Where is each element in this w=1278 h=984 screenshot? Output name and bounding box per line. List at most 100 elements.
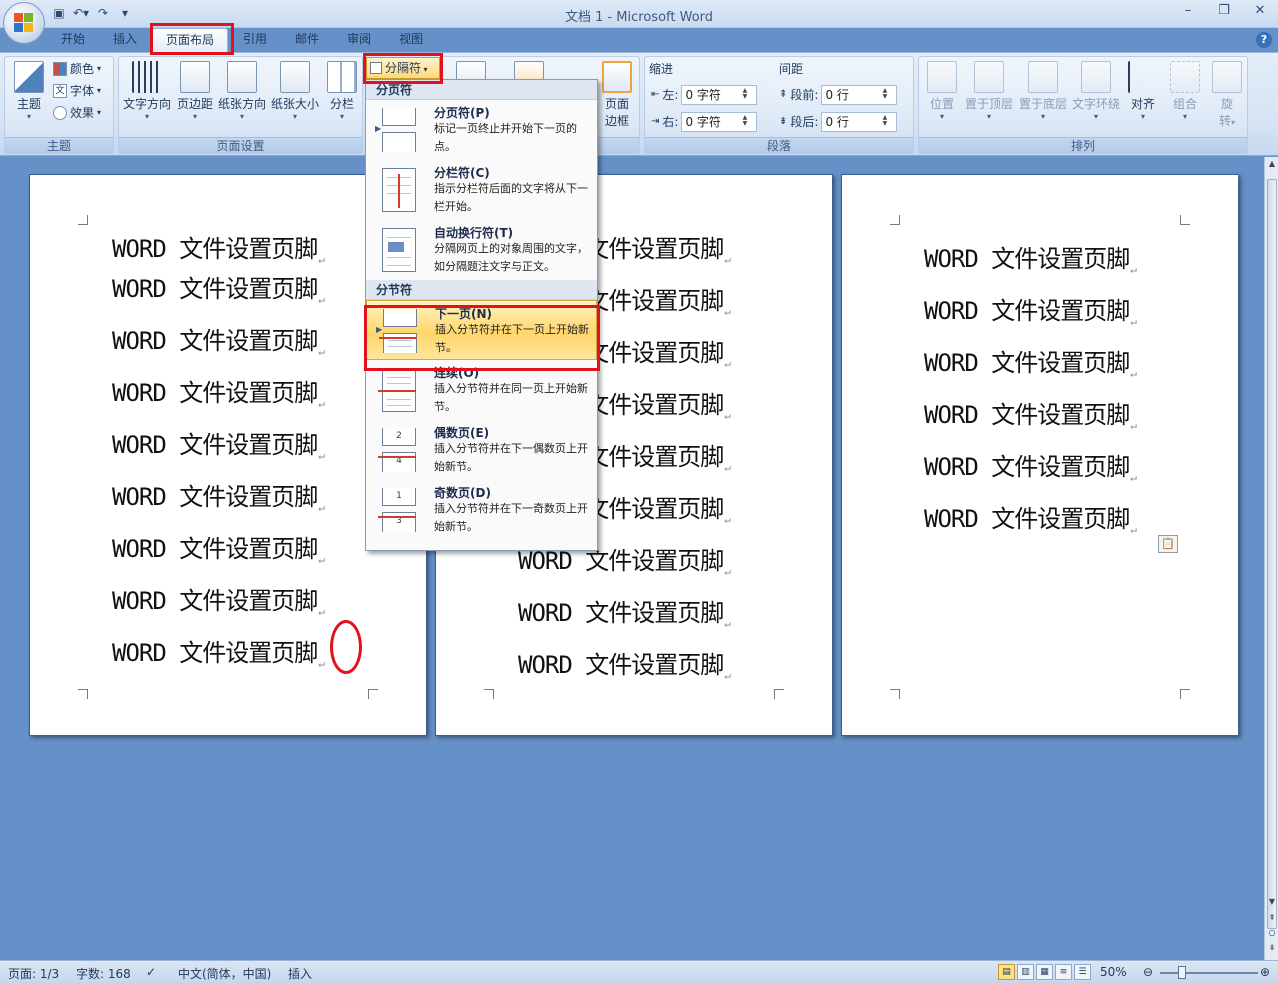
paragraph-group-label: 段落 [645, 137, 913, 153]
restore-icon[interactable]: ❐ [1212, 3, 1236, 21]
menu-item-odd-page[interactable]: 1 3 奇数页(D) 插入分节符并在下一奇数页上开始新节。 [366, 480, 597, 540]
margins-button[interactable]: 页边距 ▾ [175, 61, 215, 122]
office-button[interactable] [3, 2, 45, 44]
menu-item-page-break[interactable]: ▶ 分页符(P) 标记一页终止并开始下一页的点。 [366, 100, 597, 160]
document-text-line[interactable]: WORD 文件设置页脚↵ [924, 239, 1137, 276]
scroll-up-icon[interactable]: ▲ [1265, 159, 1278, 171]
scrollbar-thumb[interactable] [1267, 179, 1277, 929]
tab-mailings[interactable]: 邮件 [282, 28, 332, 52]
paragraph-mark-icon: ↵ [724, 409, 731, 422]
status-page[interactable]: 页面: 1/3 [8, 965, 59, 982]
prev-page-icon[interactable]: ⇞ [1265, 913, 1278, 925]
status-words[interactable]: 字数: 168 [76, 965, 131, 982]
line-text: WORD 文件设置页脚 [924, 401, 1130, 429]
document-text-line[interactable]: WORD 文件设置页脚↵ [518, 593, 731, 630]
theme-group: 主题 ▾ 颜色 ▾ 文 字体 ▾ 效果 ▾ 主题 [4, 56, 114, 154]
menu-item-text-wrapping-break[interactable]: 自动换行符(T) 分隔网页上的对象周围的文字，如分隔题注文字与正文。 [366, 220, 597, 280]
menu-item-column-break[interactable]: 分栏符(C) 指示分栏符后面的文字将从下一栏开始。 [366, 160, 597, 220]
document-text-line[interactable]: WORD 文件设置页脚↵ [112, 477, 325, 514]
line-text: WORD 文件设置页脚 [924, 245, 1130, 273]
paragraph-mark-icon: ↵ [724, 357, 731, 370]
page-borders-button[interactable]: 页面 边框 [599, 61, 635, 129]
align-button[interactable]: 对齐 ▾ [1125, 61, 1161, 122]
paragraph-mark-icon: ↵ [724, 305, 731, 318]
document-text-line[interactable]: WORD 文件设置页脚↵ [112, 529, 325, 566]
line-text: WORD 文件设置页脚 [518, 547, 724, 575]
paragraph-mark-icon: ↵ [1130, 523, 1137, 536]
send-to-back-icon [1028, 61, 1058, 93]
document-text-line[interactable]: WORD 文件设置页脚↵ [924, 447, 1137, 484]
theme-colors-button[interactable]: 颜色 ▾ [53, 59, 101, 79]
theme-fonts-button[interactable]: 文 字体 ▾ [53, 81, 101, 101]
vertical-scrollbar[interactable]: ▲ ▼ ⇞ ○ ⇟ [1264, 157, 1278, 960]
outline-icon[interactable]: ≡ [1055, 964, 1072, 980]
full-screen-reading-icon[interactable]: ▥ [1017, 964, 1034, 980]
bring-to-front-button[interactable]: 置于顶层 ▾ [963, 61, 1015, 122]
fonts-icon: 文 [53, 84, 67, 98]
zoom-in-icon[interactable]: ⊕ [1260, 965, 1270, 979]
draft-icon[interactable]: ☰ [1074, 964, 1091, 980]
tab-view[interactable]: 视图 [386, 28, 436, 52]
status-language[interactable]: 中文(简体，中国) [178, 965, 271, 982]
position-button[interactable]: 位置 ▾ [923, 61, 961, 122]
web-layout-icon[interactable]: ▦ [1036, 964, 1053, 980]
minimize-icon[interactable]: – [1176, 3, 1200, 21]
status-mode[interactable]: 插入 [288, 965, 312, 982]
zoom-out-icon[interactable]: ⊖ [1143, 965, 1153, 979]
tab-home[interactable]: 开始 [48, 28, 98, 52]
document-text-line[interactable]: WORD 文件设置页脚↵ [924, 499, 1137, 536]
rotate-button[interactable]: 旋 转▾ [1209, 61, 1245, 129]
line-text: WORD 文件设置页脚 [112, 235, 318, 263]
theme-effects-button[interactable]: 效果 ▾ [53, 103, 101, 123]
line-text: WORD 文件设置页脚 [112, 327, 318, 355]
even-page-section-icon: 2 4 [378, 428, 416, 472]
themes-button[interactable]: 主题 ▾ [9, 61, 49, 122]
document-text-line[interactable]: WORD 文件设置页脚↵ [112, 633, 325, 670]
print-layout-icon[interactable]: ▤ [998, 964, 1015, 980]
document-text-line[interactable]: WORD 文件设置页脚↵ [924, 395, 1137, 432]
document-text-line[interactable]: WORD 文件设置页脚↵ [924, 343, 1137, 380]
text-direction-button[interactable]: 文字方向 ▾ [121, 61, 173, 122]
paste-options-icon[interactable]: 📋 [1158, 535, 1178, 553]
document-page-3[interactable]: WORD 文件设置页脚↵ WORD 文件设置页脚↵ WORD 文件设置页脚↵ WORD… [841, 174, 1239, 736]
help-icon[interactable]: ? [1256, 32, 1272, 48]
colors-icon [53, 62, 67, 76]
indent-left-input[interactable]: 0 字符 [681, 85, 758, 105]
line-text: WORD 文件设置页脚 [518, 651, 724, 679]
text-direction-icon [132, 61, 162, 93]
close-icon[interactable]: ✕ [1248, 3, 1272, 21]
document-area: WORD 文件设置页脚↵ WORD 文件设置页脚↵ WORD 文件设置页脚↵ WORD… [0, 157, 1264, 960]
text-wrapping-button[interactable]: 文字环绕 ▾ [1069, 61, 1123, 122]
line-text: WORD 文件设置页脚 [112, 639, 318, 667]
indent-right-input[interactable]: 0 字符 [681, 112, 758, 132]
tab-references[interactable]: 引用 [230, 28, 280, 52]
document-text-line[interactable]: WORD 文件设置页脚↵ [112, 229, 325, 266]
tab-insert[interactable]: 插入 [100, 28, 150, 52]
send-to-back-button[interactable]: 置于底层 ▾ [1017, 61, 1069, 122]
zoom-slider-knob[interactable] [1178, 966, 1186, 979]
document-text-line[interactable]: WORD 文件设置页脚↵ [924, 291, 1137, 328]
browse-object-icon[interactable]: ○ [1265, 928, 1278, 940]
spacing-before-input[interactable]: 0 行 [821, 85, 898, 105]
menu-item-even-page[interactable]: 2 4 偶数页(E) 插入分节符并在下一偶数页上开始新节。 [366, 420, 597, 480]
proofing-icon[interactable]: ✓ [146, 965, 156, 979]
tab-review[interactable]: 审阅 [334, 28, 384, 52]
arrange-group-label: 排列 [919, 137, 1247, 153]
document-text-line[interactable]: WORD 文件设置页脚↵ [112, 321, 325, 358]
group-button[interactable]: 组合 ▾ [1165, 61, 1205, 122]
columns-button[interactable]: 分栏 ▾ [323, 61, 361, 122]
document-text-line[interactable]: WORD 文件设置页脚↵ [518, 645, 731, 682]
orientation-button[interactable]: 纸张方向 ▾ [217, 61, 267, 122]
zoom-slider[interactable] [1160, 966, 1258, 979]
document-text-line[interactable]: WORD 文件设置页脚↵ [112, 425, 325, 462]
text-wrapping-icon [1081, 61, 1111, 93]
document-text-line[interactable]: WORD 文件设置页脚↵ [112, 269, 325, 306]
zoom-level[interactable]: 50% [1100, 965, 1127, 979]
document-text-line[interactable]: WORD 文件设置页脚↵ [112, 581, 325, 618]
window-controls: – ❐ ✕ [1176, 3, 1272, 21]
scroll-down-icon[interactable]: ▼ [1265, 897, 1278, 909]
spacing-after-input[interactable]: 0 行 [821, 112, 898, 132]
document-text-line[interactable]: WORD 文件设置页脚↵ [112, 373, 325, 410]
size-button[interactable]: 纸张大小 ▾ [269, 61, 321, 122]
next-page-icon[interactable]: ⇟ [1265, 943, 1278, 955]
